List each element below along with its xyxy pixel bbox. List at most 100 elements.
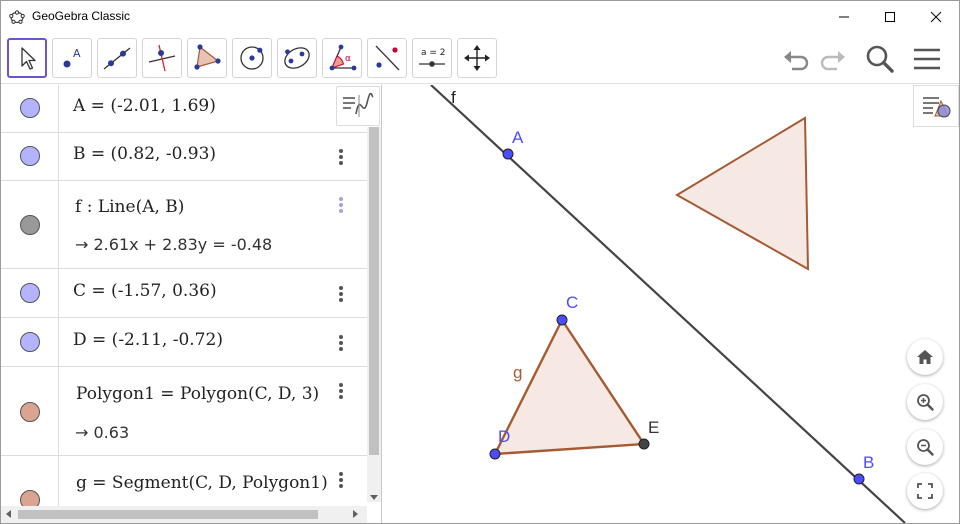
menu-icon — [914, 48, 940, 70]
search-button[interactable] — [863, 42, 897, 76]
graphics-style-bar-icon — [923, 97, 951, 118]
redo-icon — [820, 51, 845, 71]
algebra-view: A = (-2.01, 1.69) B = (0.82, -0.93) f : … — [1, 85, 382, 523]
more-options-icon[interactable] — [339, 197, 343, 215]
algebra-vertical-scrollbar[interactable] — [367, 127, 381, 502]
circle-center-point-icon — [240, 46, 264, 70]
move-graphics-view-icon — [464, 45, 490, 71]
label-C: C — [566, 293, 579, 312]
algebra-row-A[interactable]: A = (-2.01, 1.69) — [1, 85, 367, 133]
reflect-tool-button[interactable] — [367, 38, 407, 78]
maximize-icon — [885, 11, 895, 22]
visibility-toggle[interactable] — [20, 98, 40, 118]
zoom-in-button[interactable] — [907, 384, 943, 420]
more-options-icon[interactable] — [339, 335, 343, 353]
slider-icon: a = 2 — [419, 48, 446, 67]
ellipse-icon — [284, 47, 310, 69]
close-button[interactable] — [913, 1, 959, 32]
maximize-button[interactable] — [867, 1, 913, 32]
visibility-toggle[interactable] — [20, 402, 40, 422]
geogebra-window: GeoGebra Classic A α a = 2 A = (-2.01, 1… — [0, 0, 960, 524]
algebra-expression[interactable]: g = Segment(C, D, Polygon1) — [76, 473, 328, 493]
graphics-style-bar-button[interactable] — [913, 85, 959, 127]
visibility-toggle[interactable] — [20, 283, 40, 303]
minimize-button[interactable] — [821, 1, 867, 32]
algebra-style-bar-button[interactable] — [336, 86, 380, 126]
search-icon — [866, 45, 894, 73]
line-through-two-points-icon — [103, 47, 131, 70]
horizontal-scroll-thumb[interactable] — [18, 510, 318, 519]
label-f: f — [451, 88, 456, 107]
close-icon — [930, 11, 942, 22]
polygon1[interactable] — [492, 317, 647, 456]
algebra-row-f[interactable]: f : Line(A, B) → 2.61x + 2.83y = -0.48 — [1, 181, 367, 269]
polygon-icon — [194, 44, 221, 70]
marble-column — [1, 181, 59, 268]
point-C[interactable] — [556, 314, 568, 326]
marble-column — [1, 133, 59, 180]
scroll-right-arrow-icon[interactable] — [353, 510, 359, 518]
point-tool-button[interactable]: A — [52, 38, 92, 78]
perpendicular-line-icon — [148, 44, 176, 72]
algebra-row-D[interactable]: D = (-2.11, -0.72) — [1, 318, 367, 367]
point-E[interactable] — [638, 438, 650, 450]
standard-view-button[interactable] — [907, 339, 943, 375]
point-A[interactable] — [502, 148, 514, 160]
move-graphics-tool-button[interactable] — [457, 38, 497, 78]
redo-button[interactable] — [816, 42, 850, 76]
toolbar: A α a = 2 — [1, 32, 959, 84]
scroll-left-arrow-icon[interactable] — [5, 510, 11, 518]
polygon-tool-button[interactable] — [187, 38, 227, 78]
algebra-row-C[interactable]: C = (-1.57, 0.36) — [1, 269, 367, 318]
point-D[interactable] — [489, 448, 501, 460]
more-options-icon[interactable] — [339, 472, 343, 490]
algebra-style-bar-icon — [343, 93, 374, 117]
angle-icon: α — [329, 44, 357, 71]
zoom-out-icon — [917, 439, 934, 456]
visibility-toggle[interactable] — [20, 332, 40, 352]
undo-button[interactable] — [779, 42, 813, 76]
move-tool-button[interactable] — [7, 38, 47, 78]
marble-column — [1, 318, 59, 366]
algebra-expression[interactable]: D = (-2.11, -0.72) — [73, 330, 223, 350]
polygon-upper[interactable] — [675, 116, 810, 271]
algebra-expression[interactable]: Polygon1 = Polygon(C, D, 3) — [76, 384, 319, 404]
visibility-toggle[interactable] — [20, 146, 40, 166]
main-menu-button[interactable] — [910, 42, 944, 76]
ellipse-tool-button[interactable] — [277, 38, 317, 78]
marble-column — [1, 269, 59, 317]
more-options-icon[interactable] — [339, 286, 343, 304]
point-B[interactable] — [853, 473, 865, 485]
fullscreen-button[interactable] — [907, 473, 943, 509]
visibility-toggle[interactable] — [20, 215, 40, 235]
algebra-expression[interactable]: A = (-2.01, 1.69) — [73, 96, 216, 116]
algebra-expression[interactable]: f : Line(A, B) — [75, 197, 184, 217]
zoom-in-icon — [917, 394, 934, 411]
graphics-view[interactable]: f A B C D E g — [383, 85, 959, 523]
vertical-scroll-thumb[interactable] — [369, 127, 379, 455]
scroll-down-arrow-icon[interactable] — [370, 495, 378, 501]
label-g: g — [513, 363, 523, 382]
fullscreen-icon — [917, 483, 933, 499]
label-B: B — [863, 453, 875, 472]
point-icon: A — [63, 47, 81, 68]
undo-icon — [784, 51, 809, 71]
algebra-expression[interactable]: B = (0.82, -0.93) — [73, 144, 216, 164]
label-E: E — [648, 418, 660, 437]
slider-tool-button[interactable]: a = 2 — [412, 38, 452, 78]
angle-tool-button[interactable]: α — [322, 38, 362, 78]
perpendicular-line-tool-button[interactable] — [142, 38, 182, 78]
label-D: D — [498, 427, 511, 446]
marble-column — [1, 85, 59, 132]
algebra-expression[interactable]: C = (-1.57, 0.36) — [73, 281, 217, 301]
line-tool-button[interactable] — [97, 38, 137, 78]
more-options-icon[interactable] — [339, 149, 343, 167]
line-f[interactable] — [430, 85, 906, 523]
algebra-row-B[interactable]: B = (0.82, -0.93) — [1, 133, 367, 181]
circle-tool-button[interactable] — [232, 38, 272, 78]
marble-column — [1, 367, 59, 455]
algebra-row-polygon1[interactable]: Polygon1 = Polygon(C, D, 3) → 0.63 — [1, 367, 367, 456]
more-options-icon[interactable] — [339, 383, 343, 401]
algebra-horizontal-scrollbar[interactable] — [1, 506, 367, 523]
zoom-out-button[interactable] — [907, 429, 943, 465]
